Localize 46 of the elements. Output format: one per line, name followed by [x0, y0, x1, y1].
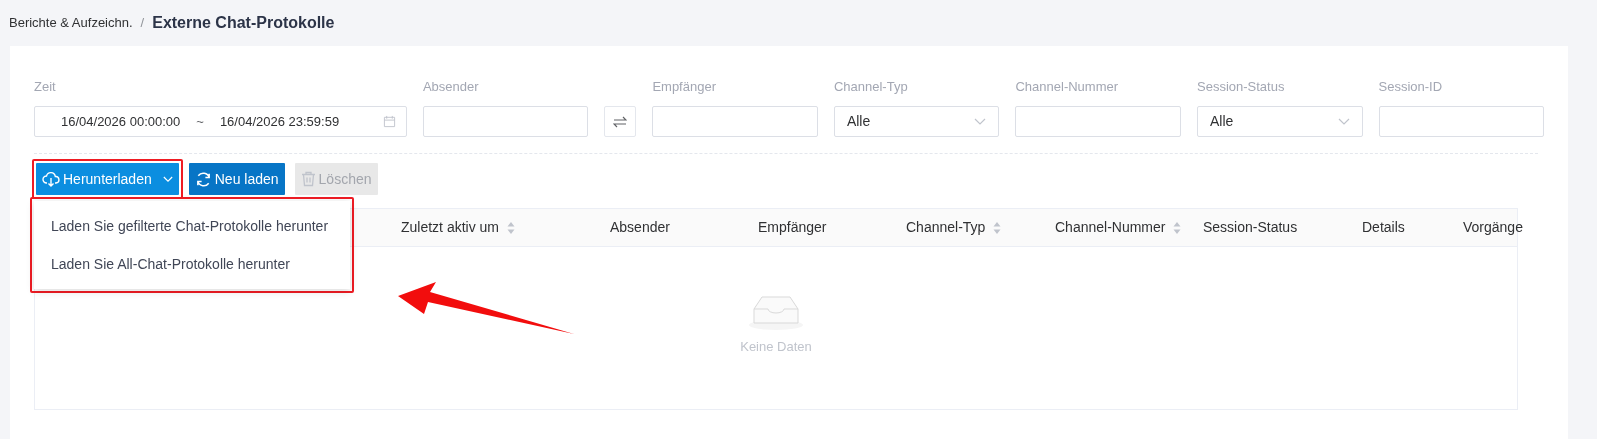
breadcrumb-link[interactable]: Berichte & Aufzeichn. [9, 13, 133, 33]
chevron-down-icon [1337, 117, 1350, 126]
filter-label: Absender [422, 78, 480, 96]
column-header: Channel-Nummer [1055, 218, 1166, 237]
filter-label: Channel-Typ [833, 78, 909, 96]
cloud-download-icon [42, 171, 60, 187]
text-field[interactable] [1378, 106, 1545, 137]
reload-button[interactable]: Neu laden [188, 163, 285, 195]
filter-label: Session-Status [1197, 78, 1286, 96]
column-header: Vorgänge [1463, 218, 1523, 237]
text-field[interactable] [422, 106, 589, 137]
swap-icon [613, 115, 628, 128]
page-title: Externe Chat-Protokolle [152, 13, 335, 33]
column-header: Details [1362, 218, 1405, 237]
reload-icon [194, 170, 212, 188]
sort-icon [993, 220, 1002, 235]
trash-icon [300, 171, 316, 187]
breadcrumb-separator: / [140, 14, 145, 33]
chevron-down-icon [974, 117, 987, 126]
range-separator: ~ [196, 112, 204, 131]
chevron-down-icon [162, 175, 173, 183]
filter-label: Channel-Nummer [1015, 78, 1120, 96]
select-field[interactable]: Alle [1197, 106, 1363, 137]
column-header: Session-Status [1203, 218, 1298, 237]
column-header: Absender [610, 218, 670, 237]
column-header: Channel-Typ [906, 218, 986, 237]
start-date: 16/04/2026 00:00:00 [61, 112, 181, 131]
sort-icon [507, 220, 516, 235]
download-button[interactable]: Herunterladen [36, 163, 179, 195]
filter-label: Empfänger [652, 78, 717, 96]
menu-item[interactable]: Laden Sie gefilterte Chat-Protokolle herunter [34, 207, 350, 245]
column-header: Empfänger [758, 218, 827, 237]
filter-label: Zeit [34, 78, 57, 96]
text-field[interactable] [652, 106, 818, 137]
end-date: 16/04/2026 23:59:59 [219, 112, 340, 131]
filter-label: Session-ID [1378, 78, 1444, 96]
empty-state-text: Keine Daten [740, 338, 812, 356]
date-range-field[interactable]: 16/04/2026 00:00:00 ~ 16/04/2026 23:59:59 [34, 106, 407, 137]
empty-inbox-icon [748, 293, 804, 331]
text-field[interactable] [1015, 106, 1181, 137]
swap-button[interactable] [604, 106, 637, 137]
menu-item[interactable]: Laden Sie All-Chat-Protokolle herunter [34, 245, 350, 283]
column-header: Zuletzt aktiv um [401, 218, 500, 237]
calendar-icon [382, 115, 396, 128]
select-field[interactable]: Alle [833, 106, 1000, 137]
sort-icon [1173, 220, 1182, 235]
